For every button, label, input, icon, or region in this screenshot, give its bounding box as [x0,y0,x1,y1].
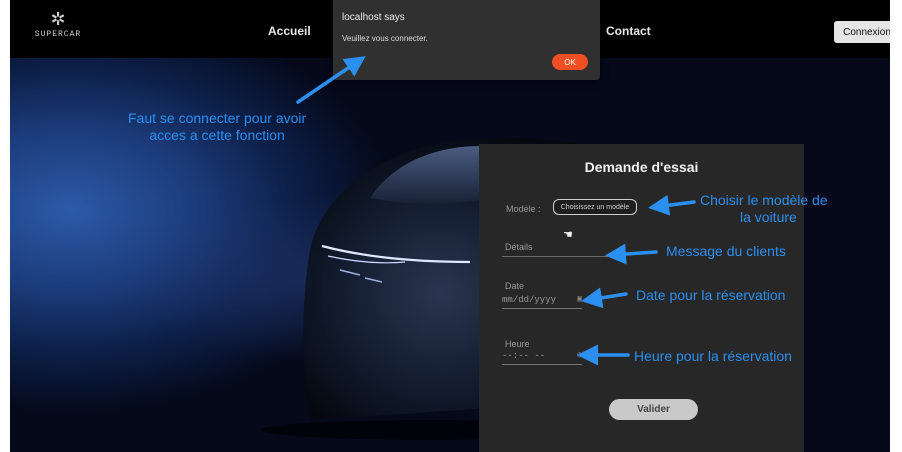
arrow-to-date [581,287,628,309]
annotation-arrows [296,56,696,366]
arrow-to-alert [296,56,366,104]
arrow-to-details [605,243,658,265]
arrow-to-modele [648,194,696,216]
